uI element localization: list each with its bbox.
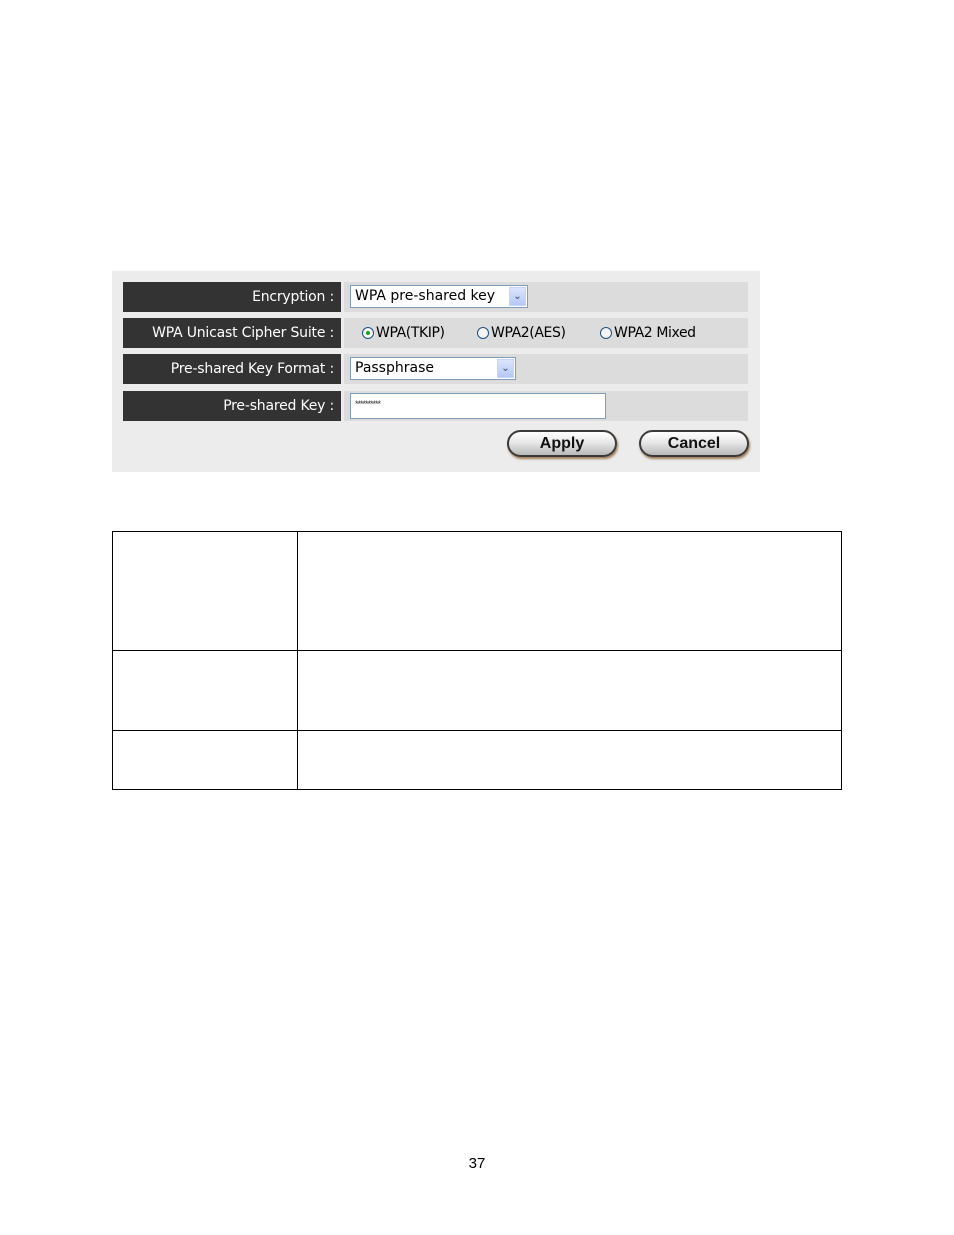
table-row [112,650,842,731]
radio-unchecked-icon[interactable] [477,327,489,339]
cipher-suite-label: WPA Unicast Cipher Suite : [123,318,341,348]
radio-wpa2-mixed[interactable]: WPA2 Mixed [600,318,696,348]
preshared-key-row: Pre-shared Key : ********** [123,391,748,421]
encryption-selected-value: WPA pre-shared key [355,288,496,304]
preshared-key-label: Pre-shared Key : [123,391,341,421]
table-cell-description [297,730,842,790]
cancel-button[interactable]: Cancel [639,430,749,457]
table-cell-term [112,730,298,790]
key-format-row: Pre-shared Key Format : Passphrase ⌄ [123,354,748,384]
key-format-select[interactable]: Passphrase ⌄ [350,357,516,380]
table-cell-term [112,650,298,731]
encryption-select[interactable]: WPA pre-shared key ⌄ [350,285,528,308]
table-cell-description [297,650,842,731]
cipher-suite-value-cell: WPA(TKIP) WPA2(AES) WPA2 Mixed [344,318,748,348]
key-format-value-cell: Passphrase ⌄ [344,354,748,384]
chevron-down-icon[interactable]: ⌄ [509,287,526,306]
table-cell-term [112,531,298,651]
encryption-row: Encryption : WPA pre-shared key ⌄ [123,282,748,312]
table-row [112,730,842,790]
key-format-selected-value: Passphrase [355,360,434,376]
preshared-key-input[interactable]: ********** [350,393,606,419]
radio-checked-icon[interactable] [362,327,374,339]
radio-wpa-tkip-label: WPA(TKIP) [376,325,445,341]
key-format-label: Pre-shared Key Format : [123,354,341,384]
encryption-label: Encryption : [123,282,341,312]
table-cell-description [297,531,842,651]
radio-wpa2-aes-label: WPA2(AES) [491,325,566,341]
radio-unchecked-icon[interactable] [600,327,612,339]
page-number: 37 [468,1155,486,1172]
radio-wpa2-aes[interactable]: WPA2(AES) [477,318,566,348]
cipher-suite-row: WPA Unicast Cipher Suite : WPA(TKIP) WPA… [123,318,748,348]
wpa-settings-panel: Encryption : WPA pre-shared key ⌄ WPA Un… [112,271,760,472]
chevron-down-icon[interactable]: ⌄ [497,359,514,378]
apply-button[interactable]: Apply [507,430,617,457]
preshared-key-value-cell: ********** [344,391,748,421]
table-row [112,531,842,651]
radio-wpa-tkip[interactable]: WPA(TKIP) [362,318,445,348]
encryption-value-cell: WPA pre-shared key ⌄ [344,282,748,312]
radio-wpa2-mixed-label: WPA2 Mixed [614,325,696,341]
description-table [112,531,842,790]
